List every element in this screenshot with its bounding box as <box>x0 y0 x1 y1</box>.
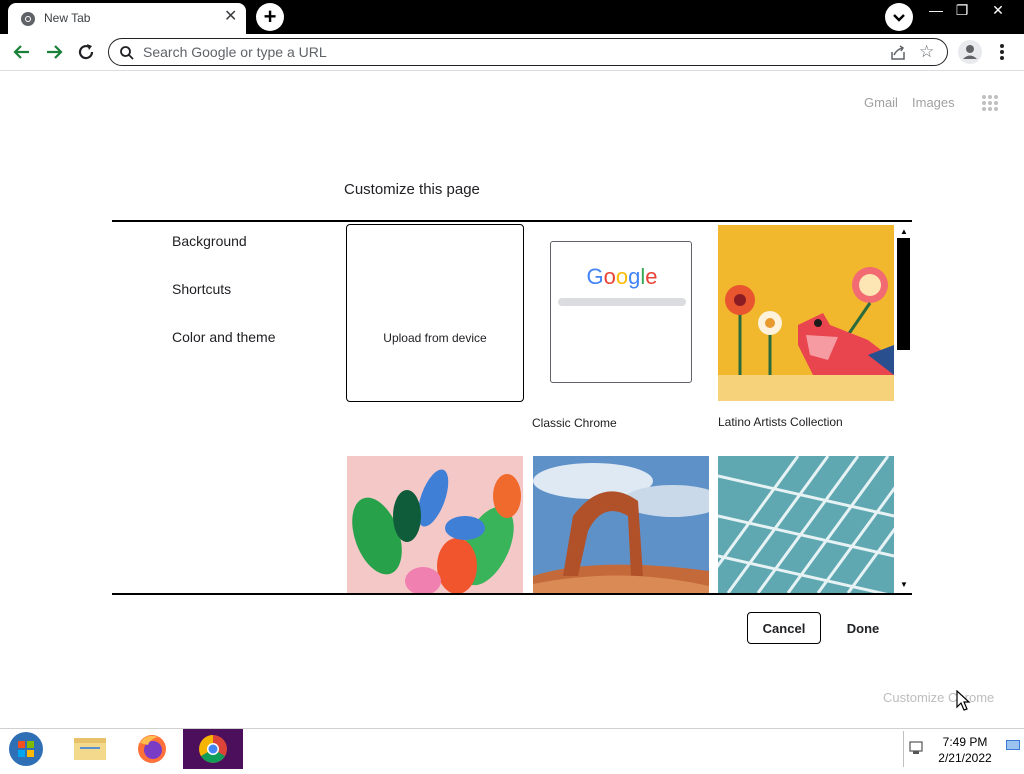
system-clock[interactable]: 7:49 PM 2/21/2022 <box>930 734 1000 766</box>
upload-from-device-tile[interactable]: Upload from device <box>346 224 524 402</box>
mouse-cursor-icon <box>956 690 971 711</box>
arch-photo <box>533 456 709 593</box>
tray-separator <box>903 731 904 767</box>
scroll-down-arrow-icon[interactable]: ▼ <box>898 579 910 591</box>
latino-artists-artwork <box>718 225 894 401</box>
folder-icon <box>74 738 106 760</box>
share-icon[interactable] <box>889 44 907 62</box>
file-explorer-taskbar[interactable] <box>60 729 120 769</box>
done-button[interactable]: Done <box>836 612 890 644</box>
close-window-button[interactable]: ✕ <box>986 0 1010 20</box>
glass-building-tile[interactable] <box>718 456 894 593</box>
divider-top <box>112 220 912 222</box>
floral-artwork <box>347 456 523 593</box>
network-icon[interactable] <box>908 739 926 757</box>
chrome-taskbar[interactable] <box>183 729 243 769</box>
menu-item-color-theme[interactable]: Color and theme <box>172 329 276 345</box>
search-icon <box>120 46 134 60</box>
clock-time: 7:49 PM <box>942 735 988 749</box>
omnibox-input[interactable] <box>143 43 843 61</box>
customize-chrome-link[interactable]: Customize Chrome <box>883 690 994 705</box>
new-tab-button[interactable]: + <box>256 3 284 31</box>
kebab-menu-icon[interactable] <box>992 40 1012 64</box>
tab-new-tab[interactable]: New Tab ✕ <box>8 3 246 34</box>
glass-facade-photo <box>718 456 894 593</box>
latino-artists-label: Latino Artists Collection <box>718 415 843 429</box>
reload-icon[interactable] <box>74 40 98 64</box>
tab-search-button[interactable] <box>885 3 913 31</box>
tab-close-icon[interactable]: ✕ <box>224 7 237 27</box>
tab-title: New Tab <box>44 11 91 25</box>
scrollbar-thumb[interactable] <box>897 238 910 350</box>
scroll-up-arrow-icon[interactable]: ▲ <box>898 226 910 238</box>
windows-taskbar: 7:49 PM 2/21/2022 <box>0 728 1024 769</box>
classic-chrome-tile[interactable]: Google <box>550 241 692 383</box>
upload-label: Upload from device <box>383 331 487 345</box>
apps-grid-icon[interactable] <box>982 95 999 112</box>
chrome-icon <box>199 735 227 763</box>
firefox-taskbar[interactable] <box>122 729 182 769</box>
menu-item-shortcuts[interactable]: Shortcuts <box>172 281 231 297</box>
person-icon <box>963 45 977 59</box>
landscape-arch-tile[interactable] <box>533 456 709 593</box>
cancel-button[interactable]: Cancel <box>747 612 821 644</box>
gmail-link[interactable]: Gmail <box>864 95 898 110</box>
minimize-button[interactable]: — <box>924 0 948 20</box>
chrome-favicon-icon <box>21 12 35 26</box>
classic-chrome-label: Classic Chrome <box>532 416 617 430</box>
bookmark-star-icon[interactable]: ☆ <box>919 42 934 62</box>
svg-text:Google: Google <box>586 264 657 289</box>
clock-date: 2/21/2022 <box>938 751 992 765</box>
images-link[interactable]: Images <box>912 95 955 110</box>
profile-avatar[interactable] <box>958 40 982 64</box>
omnibox[interactable]: ☆ <box>108 38 948 66</box>
chevron-down-icon <box>893 14 905 22</box>
latino-artists-tile[interactable] <box>718 225 894 401</box>
show-desktop-icon[interactable] <box>1006 739 1020 753</box>
forward-arrow-icon[interactable] <box>42 40 66 64</box>
restore-button[interactable]: ❐ <box>950 0 974 20</box>
dialog-title: Customize this page <box>344 181 480 198</box>
browser-toolbar: ☆ <box>0 34 1024 71</box>
back-arrow-icon[interactable] <box>10 40 34 64</box>
windows-start-icon[interactable] <box>6 731 46 767</box>
title-bar: New Tab ✕ + — ❐ ✕ <box>0 0 1024 34</box>
firefox-icon <box>138 735 166 763</box>
menu-item-background[interactable]: Background <box>172 233 247 249</box>
google-logo: Google <box>558 264 686 306</box>
divider-bottom <box>112 593 912 595</box>
floral-art-tile[interactable] <box>347 456 523 593</box>
